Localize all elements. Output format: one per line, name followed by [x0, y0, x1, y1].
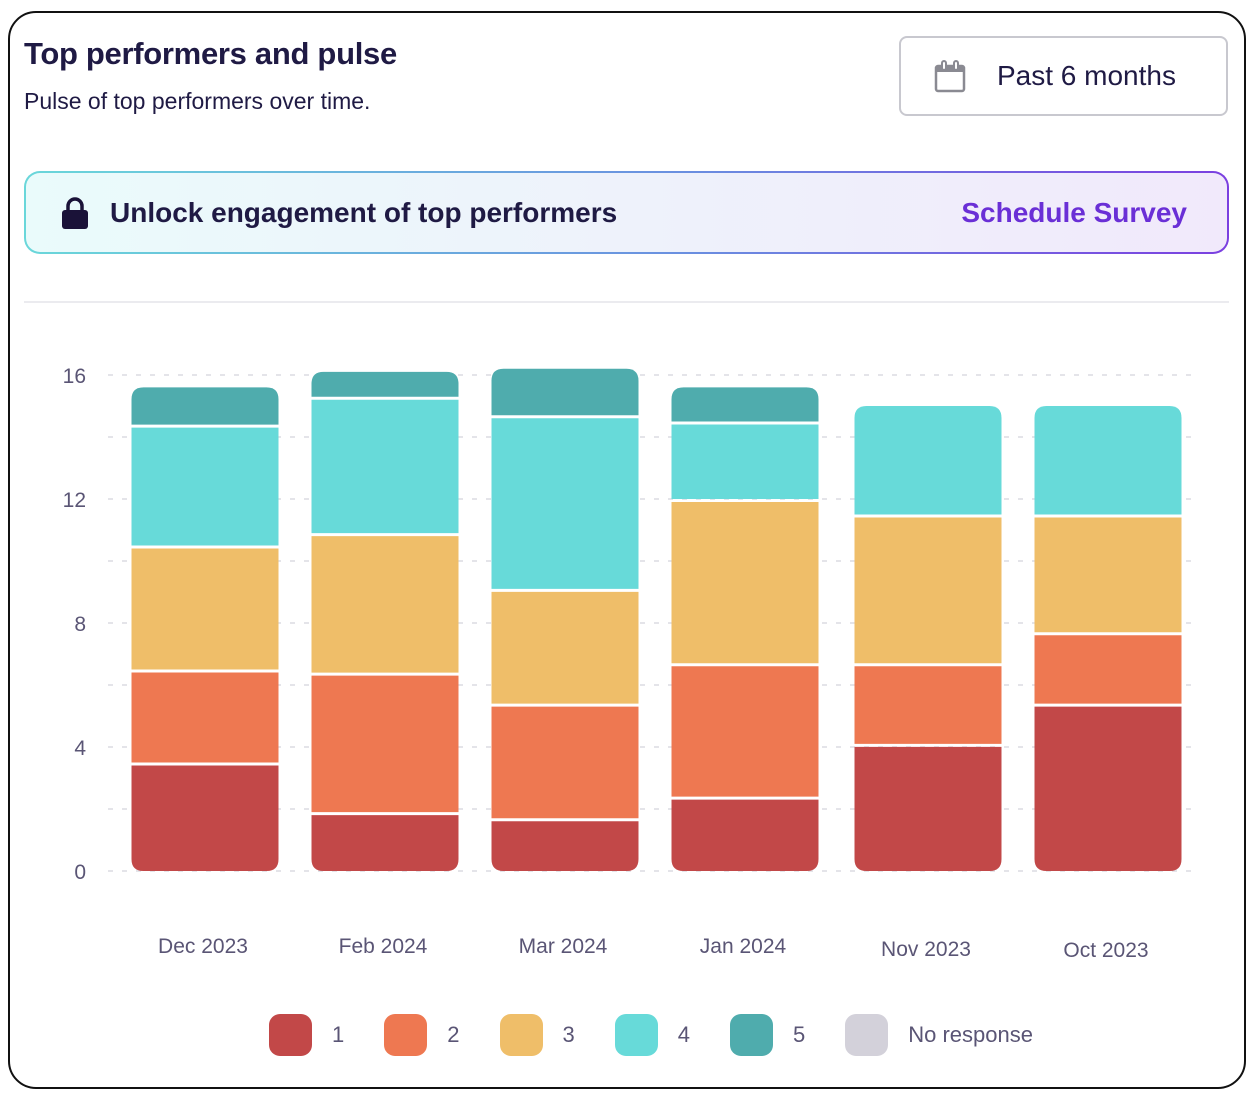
legend-swatch — [845, 1014, 889, 1056]
bar-segment-4 — [491, 418, 639, 589]
chart-legend: 1 2 3 4 5 No response — [269, 1014, 1073, 1056]
card-subtitle: Pulse of top performers over time. — [24, 88, 371, 114]
legend-item[interactable]: No response — [845, 1014, 1033, 1056]
date-range-button[interactable]: Past 6 months — [899, 36, 1228, 116]
calendar-icon — [934, 60, 966, 93]
bar-segment-3 — [311, 536, 459, 673]
legend-label: 5 — [793, 1022, 806, 1047]
y-tick-label: 4 — [74, 737, 86, 760]
legend-item[interactable]: 5 — [730, 1014, 805, 1056]
date-range-label: Past 6 months — [997, 60, 1176, 91]
bar-segment-3 — [671, 502, 819, 664]
section-divider — [24, 301, 1229, 303]
bar-segment-1 — [131, 765, 279, 871]
bar-segment-2 — [311, 675, 459, 813]
bar-segment-4 — [311, 399, 459, 534]
bar-segment-5 — [131, 387, 279, 425]
bar-segment-4 — [671, 424, 819, 499]
bar-segment-1 — [854, 746, 1002, 871]
unlock-banner: Unlock engagement of top performers Sche… — [24, 171, 1229, 254]
bar-segment-4 — [854, 406, 1002, 515]
y-tick-label: 8 — [74, 613, 86, 636]
stacked-bar-chart: 0 4 8 12 16 Dec 2023 Feb 2024 Mar 2024 Jan 2024 N… — [63, 365, 1192, 962]
card-title: Top performers and pulse — [24, 36, 397, 71]
legend-label: 1 — [332, 1022, 345, 1047]
legend-item[interactable]: 1 — [269, 1014, 344, 1056]
legend-swatch — [269, 1014, 312, 1056]
bar-segment-4 — [1034, 406, 1182, 515]
bar-segment-1 — [491, 821, 639, 871]
x-tick-label: Nov 2023 — [881, 938, 971, 961]
legend-label: 3 — [562, 1022, 575, 1047]
bar-segment-1 — [1034, 706, 1182, 871]
legend-label: 2 — [447, 1022, 460, 1047]
unlock-message: Unlock engagement of top performers — [110, 196, 618, 228]
bar-segment-5 — [311, 371, 459, 397]
bar-segment-3 — [491, 591, 639, 704]
x-tick-label: Dec 2023 — [158, 935, 248, 958]
y-tick-label: 0 — [74, 861, 86, 884]
x-tick-label: Mar 2024 — [519, 935, 608, 958]
legend-swatch — [730, 1014, 773, 1056]
bar-segment-4 — [131, 427, 279, 546]
legend-swatch — [499, 1014, 543, 1056]
x-tick-label: Oct 2023 — [1063, 939, 1148, 962]
bar-segment-5 — [671, 387, 819, 422]
legend-swatch — [614, 1014, 658, 1056]
bar-segment-1 — [671, 799, 819, 871]
schedule-survey-link[interactable]: Schedule Survey — [961, 197, 1187, 229]
bar-segment-2 — [131, 672, 279, 763]
x-tick-label: Feb 2024 — [339, 935, 428, 958]
lock-icon — [62, 196, 88, 229]
bar-segment-2 — [1034, 635, 1182, 704]
bar-segment-2 — [671, 666, 819, 797]
bar-segment-5 — [491, 368, 639, 416]
bar-segment-2 — [854, 666, 1002, 744]
legend-item[interactable]: 2 — [384, 1014, 460, 1056]
bar-segment-2 — [491, 706, 639, 819]
bar-segment-3 — [131, 548, 279, 670]
x-tick-label: Jan 2024 — [700, 935, 787, 958]
legend-swatch — [384, 1014, 428, 1056]
legend-label: No response — [908, 1022, 1033, 1047]
bar-segment-1 — [311, 815, 459, 871]
legend-item[interactable]: 3 — [499, 1014, 575, 1056]
bar-segment-3 — [854, 517, 1002, 664]
legend-label: 4 — [677, 1022, 690, 1047]
bar-segment-3 — [1034, 517, 1182, 633]
y-tick-label: 12 — [63, 489, 86, 512]
legend-item[interactable]: 4 — [614, 1014, 690, 1056]
y-tick-label: 16 — [63, 365, 86, 388]
